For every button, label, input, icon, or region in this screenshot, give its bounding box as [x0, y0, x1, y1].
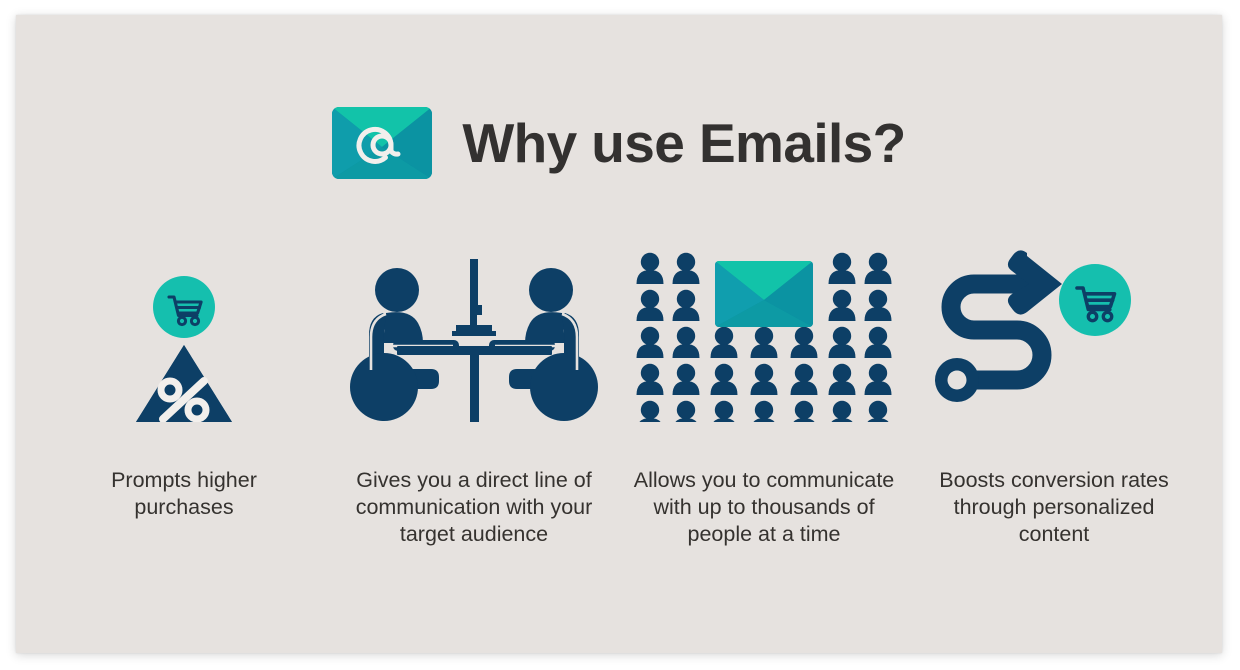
crowd-with-envelope-icon: [629, 247, 899, 422]
infographic-slide: Why use Emails? Prompts higher purchases…: [16, 15, 1222, 653]
path-endpoint-icon: [935, 358, 979, 402]
title-row: Why use Emails?: [16, 107, 1222, 179]
benefit-caption-4: Boosts conversion rates through personal…: [939, 468, 1169, 546]
page-title: Why use Emails?: [462, 111, 906, 174]
benefit-columns: Prompts higher purchases Gives you a dir…: [16, 247, 1222, 548]
email-envelope-at-icon: [332, 107, 433, 179]
benefit-caption-2: Gives you a direct line of communication…: [355, 468, 593, 546]
benefit-column-1: Prompts higher purchases: [39, 247, 329, 521]
benefit-caption-3: Allows you to communicate with up to tho…: [633, 468, 895, 546]
two-people-meeting-table-icon: [339, 247, 609, 422]
benefit-column-3: Allows you to communicate with up to tho…: [619, 247, 909, 548]
benefit-column-4: Boosts conversion rates through personal…: [909, 247, 1199, 548]
conversion-path-cart-icon: [919, 247, 1189, 422]
email-envelope-icon: [715, 261, 813, 327]
benefit-caption-1: Prompts higher purchases: [111, 468, 257, 519]
discount-triangle-cart-icon: [49, 247, 319, 430]
person-seated-left-icon: [350, 268, 459, 421]
monitor-on-table-icon: [452, 259, 496, 336]
person-seated-right-icon: [489, 268, 598, 421]
benefit-column-2: Gives you a direct line of communication…: [329, 247, 619, 548]
